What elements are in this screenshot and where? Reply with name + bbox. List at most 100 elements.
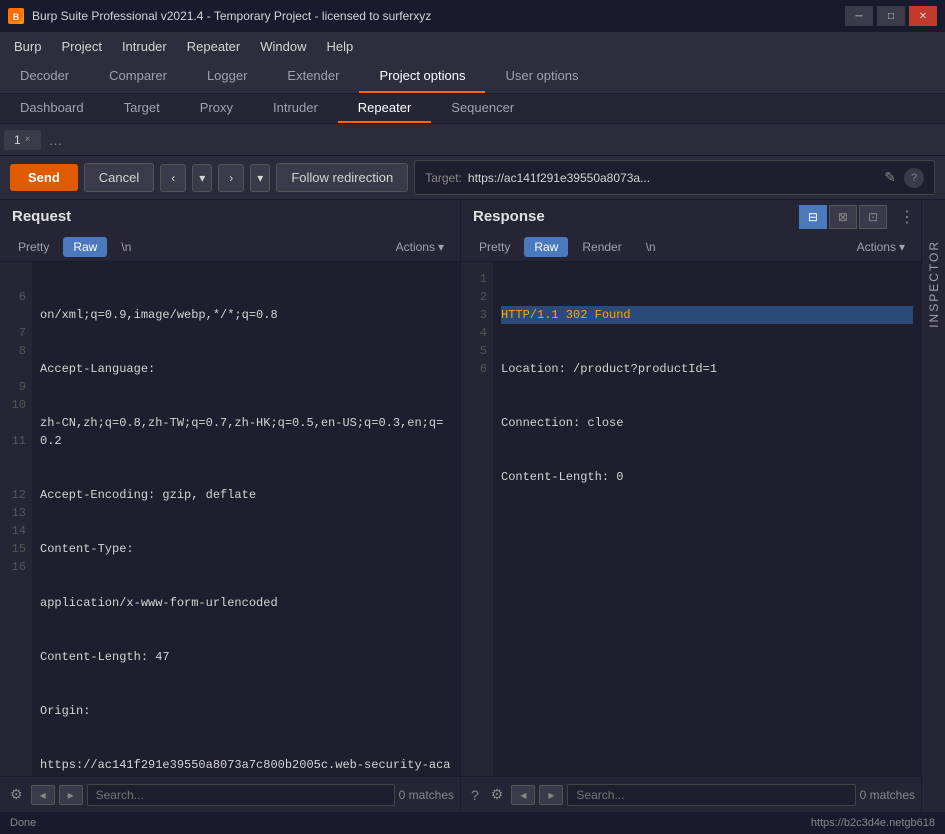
menu-project[interactable]: Project: [51, 35, 111, 58]
tab-extender[interactable]: Extender: [267, 60, 359, 93]
view-split-v-button[interactable]: ⊟: [799, 205, 827, 229]
request-search-input[interactable]: [87, 784, 395, 806]
toolbar: Send Cancel ‹ ▾ › ▾ Follow redirection T…: [0, 156, 945, 200]
repeater-tab-1[interactable]: 1 ×: [4, 130, 41, 150]
request-panel: Request Pretty Raw \n Actions ▾ 6 7 8 9 …: [0, 200, 461, 812]
response-panel-header: Response: [473, 200, 545, 233]
code-line: [501, 576, 913, 594]
code-line: Accept-Encoding: gzip, deflate: [40, 486, 452, 504]
response-search-settings-button[interactable]: ⚙: [487, 784, 508, 805]
target-url: https://ac141f291e39550a8073a...: [468, 171, 876, 185]
request-search-settings-button[interactable]: ⚙: [6, 784, 27, 805]
tab-logger[interactable]: Logger: [187, 60, 267, 93]
code-line: zh-CN,zh;q=0.8,zh-TW;q=0.7,zh-HK;q=0.5,e…: [40, 414, 452, 450]
repeater-tab-1-close[interactable]: ×: [25, 134, 31, 145]
tab-comparer[interactable]: Comparer: [89, 60, 187, 93]
response-code-area[interactable]: 1 2 3 4 5 6 HTTP/1.1 302 Found Location:…: [461, 262, 921, 776]
response-search-input[interactable]: [567, 784, 855, 806]
request-tab-pretty[interactable]: Pretty: [8, 237, 59, 257]
app-title: Burp Suite Professional v2021.4 - Tempor…: [32, 9, 837, 23]
tab-project-options[interactable]: Project options: [359, 60, 485, 93]
nav-forward-button[interactable]: ›: [218, 164, 244, 192]
tab-target[interactable]: Target: [104, 94, 180, 123]
response-match-count: 0 matches: [860, 788, 915, 802]
menu-repeater[interactable]: Repeater: [177, 35, 250, 58]
request-search-prev-button[interactable]: ◂: [31, 785, 55, 805]
code-line: Content-Type:: [40, 540, 452, 558]
menu-bar: Burp Project Intruder Repeater Window He…: [0, 32, 945, 60]
response-tab-raw[interactable]: Raw: [524, 237, 568, 257]
send-button[interactable]: Send: [10, 164, 78, 191]
request-actions-dropdown[interactable]: Actions ▾: [388, 237, 452, 257]
request-tab-raw[interactable]: Raw: [63, 237, 107, 257]
status-text: Done: [10, 817, 36, 829]
request-actions-label: Actions: [396, 240, 435, 254]
response-tab-pretty[interactable]: Pretty: [469, 237, 520, 257]
status-url: https://b2c3d4e.netgb618: [811, 817, 935, 829]
response-panel: Response ⊟ ⊠ ⊡ ⋮ Pretty Raw Render \n Ac…: [461, 200, 921, 812]
code-line: application/x-www-form-urlencoded: [40, 594, 452, 612]
status-bar: Done https://b2c3d4e.netgb618: [0, 812, 945, 834]
nav-back-button[interactable]: ‹: [160, 164, 186, 192]
target-help-button[interactable]: ?: [904, 168, 924, 188]
menu-help[interactable]: Help: [316, 35, 363, 58]
request-tab-newline[interactable]: \n: [111, 237, 141, 257]
code-line: Connection: close: [501, 414, 913, 432]
response-actions-chevron-icon: ▾: [899, 240, 905, 254]
code-line: Content-Length: 47: [40, 648, 452, 666]
request-search-bar: ⚙ ◂ ▸ 0 matches: [0, 776, 460, 812]
tab-user-options[interactable]: User options: [485, 60, 598, 93]
response-search-help-button[interactable]: ?: [467, 785, 483, 805]
request-code-area[interactable]: 6 7 8 9 10 11 12 13 14 15 16 on/xml;q=0.…: [0, 262, 460, 776]
tab-proxy[interactable]: Proxy: [180, 94, 253, 123]
inspector-label: INSPECTOR: [927, 240, 941, 328]
inspector-panel: INSPECTOR: [921, 200, 945, 812]
main-content: Request Pretty Raw \n Actions ▾ 6 7 8 9 …: [0, 200, 945, 812]
tab-decoder[interactable]: Decoder: [0, 60, 89, 93]
menu-burp[interactable]: Burp: [4, 35, 51, 58]
request-line-numbers: 6 7 8 9 10 11 12 13 14 15 16: [0, 262, 32, 776]
view-toggle: ⊟ ⊠ ⊡: [799, 205, 887, 229]
menu-intruder[interactable]: Intruder: [112, 35, 177, 58]
minimize-button[interactable]: ─: [845, 6, 873, 26]
menu-window[interactable]: Window: [250, 35, 316, 58]
cancel-button[interactable]: Cancel: [84, 163, 154, 192]
tab-sequencer[interactable]: Sequencer: [431, 94, 534, 123]
app-logo: B: [8, 8, 24, 24]
close-button[interactable]: ✕: [909, 6, 937, 26]
tab-repeater[interactable]: Repeater: [338, 94, 431, 123]
title-bar: B Burp Suite Professional v2021.4 - Temp…: [0, 0, 945, 32]
response-tab-render[interactable]: Render: [572, 237, 631, 257]
repeater-tab-more[interactable]: …: [41, 129, 71, 151]
request-actions-chevron-icon: ▾: [438, 240, 444, 254]
target-display: Target: https://ac141f291e39550a8073a...…: [414, 160, 935, 195]
tab-intruder[interactable]: Intruder: [253, 94, 338, 123]
window-controls: ─ □ ✕: [845, 6, 937, 26]
request-match-count: 0 matches: [399, 788, 454, 802]
request-panel-header: Request: [0, 200, 460, 233]
response-search-prev-button[interactable]: ◂: [511, 785, 535, 805]
nav-back-drop-button[interactable]: ▾: [192, 164, 212, 192]
code-line: Accept-Language:: [40, 360, 452, 378]
tab-dashboard[interactable]: Dashboard: [0, 94, 104, 123]
response-actions-dropdown[interactable]: Actions ▾: [849, 237, 913, 257]
view-single-button[interactable]: ⊡: [859, 205, 887, 229]
code-line: Content-Length: 0: [501, 468, 913, 486]
request-search-next-button[interactable]: ▸: [59, 785, 83, 805]
request-panel-tabs: Pretty Raw \n Actions ▾: [0, 233, 460, 262]
request-code-content[interactable]: on/xml;q=0.9,image/webp,*/*;q=0.8 Accept…: [32, 262, 460, 776]
nav-forward-drop-button[interactable]: ▾: [250, 164, 270, 192]
maximize-button[interactable]: □: [877, 6, 905, 26]
panel-menu-button[interactable]: ⋮: [893, 205, 921, 229]
response-search-next-button[interactable]: ▸: [539, 785, 563, 805]
follow-redirection-button[interactable]: Follow redirection: [276, 163, 408, 192]
response-code-content[interactable]: HTTP/1.1 302 Found Location: /product?pr…: [493, 262, 921, 776]
edit-target-button[interactable]: ✎: [882, 167, 898, 188]
target-label: Target:: [425, 171, 462, 185]
code-line: [501, 522, 913, 540]
view-split-h-button[interactable]: ⊠: [829, 205, 857, 229]
code-line: HTTP/1.1 302 Found: [501, 306, 913, 324]
response-title: Response: [473, 208, 545, 225]
response-tab-newline[interactable]: \n: [636, 237, 666, 257]
secondary-tabs: Dashboard Target Proxy Intruder Repeater…: [0, 94, 945, 124]
